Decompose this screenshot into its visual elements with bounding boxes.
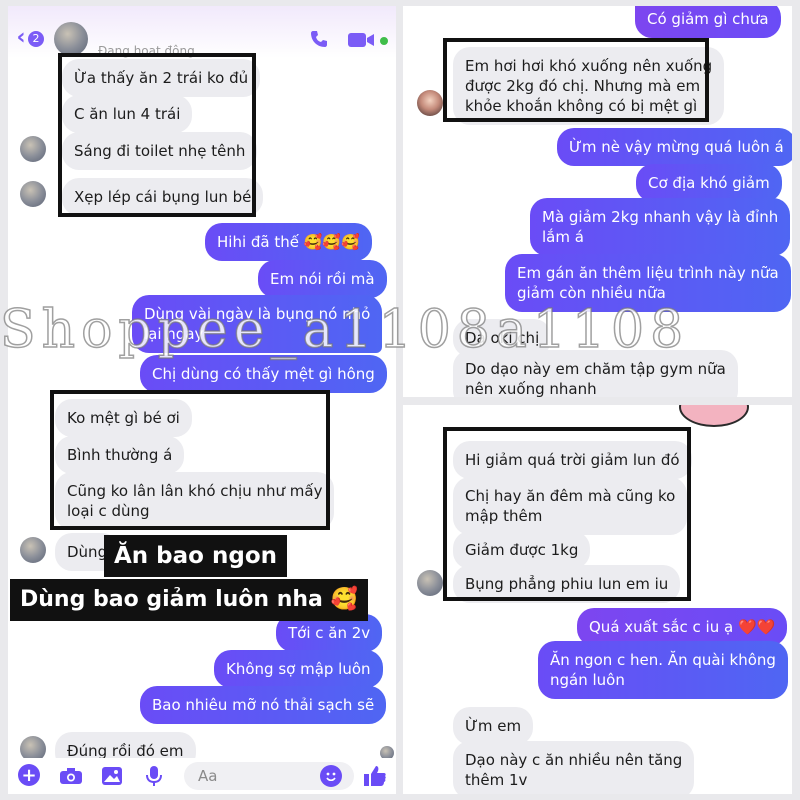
caption-line-2: Dùng bao giảm luôn nha 🥰 xyxy=(10,579,368,621)
plus-icon[interactable]: + xyxy=(18,764,40,786)
online-dot xyxy=(380,37,388,45)
message-input[interactable]: Aa xyxy=(184,762,354,790)
outgoing-message: Cơ địa khó giảm xyxy=(636,164,782,202)
image-icon[interactable] xyxy=(100,765,124,787)
message-line: Ăn ngon c hen. Ăn quài không xyxy=(550,651,776,669)
highlight-frame xyxy=(443,38,709,122)
message-line: ngán luôn xyxy=(550,671,625,689)
message-line: lắm á xyxy=(542,228,584,246)
outgoing-message: Có giảm gì chưa xyxy=(635,6,781,38)
video-icon[interactable] xyxy=(346,30,376,50)
bottom-right-chat-panel: Hi giảm quá trời giảm lun đó Chị hay ăn … xyxy=(403,405,792,794)
sender-avatar xyxy=(20,181,46,207)
outgoing-message: Không sợ mập luôn xyxy=(214,650,383,688)
caption-line-1: Ăn bao ngon xyxy=(104,535,287,577)
message-line: Mà giảm 2kg nhanh vậy là đỉnh xyxy=(542,208,779,226)
message-line: Dạo này c ăn nhiều nên tăng xyxy=(465,751,683,769)
incoming-message: Dạo này c ăn nhiều nên tăng thêm 1v xyxy=(453,741,695,794)
outgoing-message: Ừm nè vậy mừng quá luôn á xyxy=(557,128,792,166)
watermark-text: Shoppee_a1108a1108 xyxy=(0,299,690,361)
message-line: nên xuống nhanh xyxy=(465,380,597,397)
outgoing-message: Hihi đã thế 🥰🥰🥰 xyxy=(205,223,372,261)
outgoing-message: Em nói rồi mà xyxy=(258,260,387,298)
input-placeholder: Aa xyxy=(198,767,218,785)
message-line: Em gán ăn thêm liệu trình này nữa xyxy=(517,264,779,282)
message-line: Do dạo này em chăm tập gym nữa xyxy=(465,360,726,378)
sticker-image xyxy=(679,405,749,427)
back-count-badge: 2 xyxy=(28,31,44,47)
highlight-frame xyxy=(58,53,256,217)
emoji-icon[interactable] xyxy=(320,765,342,787)
message-line: thêm 1v xyxy=(465,771,528,789)
sender-avatar xyxy=(417,90,443,116)
outgoing-message: Bao nhiêu mỡ nó thải sạch sẽ xyxy=(140,686,387,724)
phone-icon[interactable] xyxy=(308,28,330,50)
header-avatar xyxy=(54,22,88,56)
sender-avatar xyxy=(20,537,46,563)
highlight-frame xyxy=(50,390,330,530)
left-chat-panel: ‹ 2 Đang hoạt động Ừa thấy ăn 2 trái ko … xyxy=(8,6,396,794)
camera-icon[interactable] xyxy=(58,766,84,786)
back-icon[interactable]: ‹ xyxy=(14,25,28,50)
outgoing-message: Mà giảm 2kg nhanh vậy là đỉnh lắm á xyxy=(530,198,791,256)
sender-avatar xyxy=(417,570,443,596)
mic-icon[interactable] xyxy=(144,764,164,788)
composer-bar: + Aa xyxy=(8,758,396,794)
sender-avatar xyxy=(20,136,46,162)
chat-header: ‹ 2 Đang hoạt động xyxy=(8,6,396,58)
incoming-message: Ừm em xyxy=(453,707,534,745)
highlight-frame xyxy=(443,427,691,601)
like-icon[interactable] xyxy=(362,764,388,788)
outgoing-message: Chị dùng có thấy mệt gì hông xyxy=(140,355,387,393)
outgoing-message: Ăn ngon c hen. Ăn quài không ngán luôn xyxy=(538,641,788,699)
